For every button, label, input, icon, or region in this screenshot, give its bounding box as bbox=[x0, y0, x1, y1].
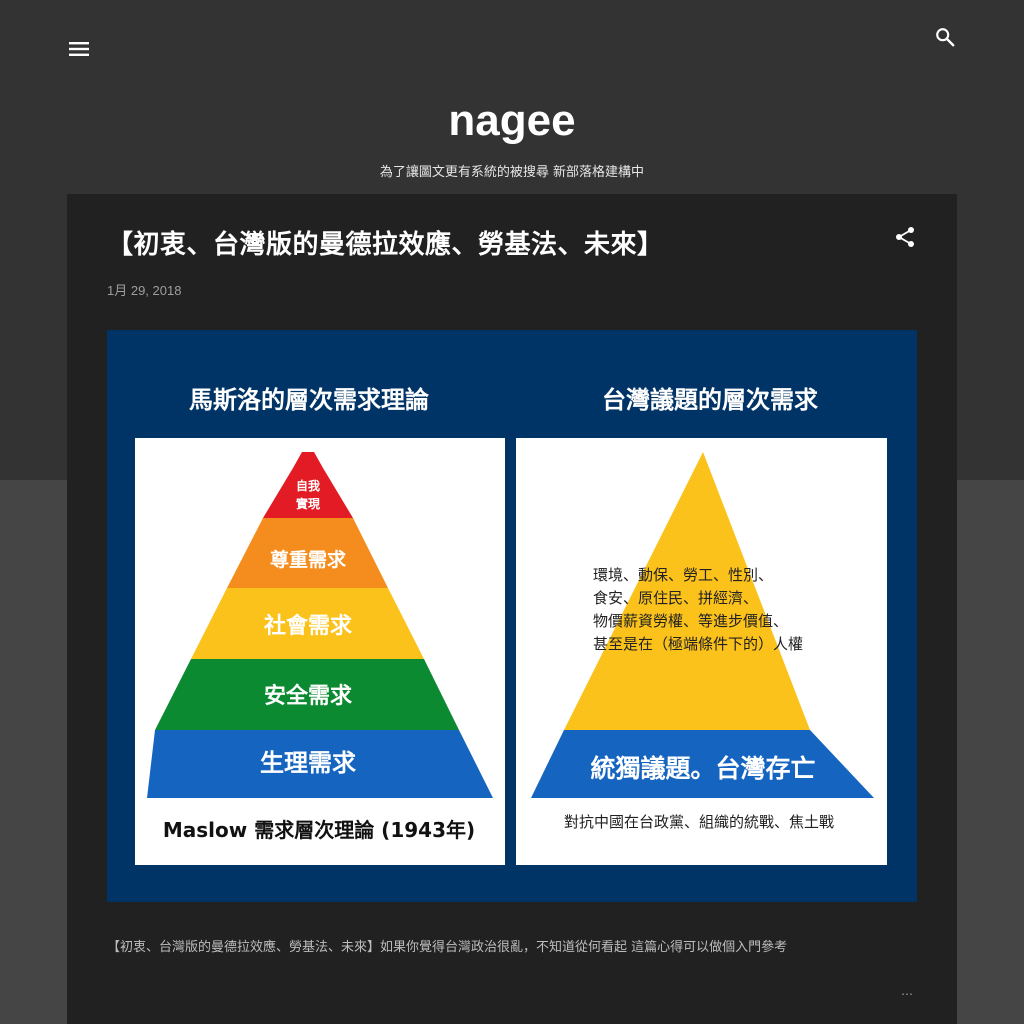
post-snippet: 【初衷、台灣版的曼德拉效應、勞基法、未來】如果你覺得台灣政治很亂，不知道從何看起… bbox=[107, 940, 788, 955]
social-label: 社會需求 bbox=[264, 613, 352, 639]
blog-description: 為了讓圖文更有系統的被搜尋 新部落格建構中 bbox=[379, 165, 645, 180]
share-icon[interactable] bbox=[895, 226, 915, 248]
left-heading: 馬斯洛的層次需求理論 bbox=[189, 386, 430, 414]
issues-line-1: 環境、動保、勞工、性別、 bbox=[593, 566, 773, 584]
esteem-label: 尊重需求 bbox=[270, 548, 347, 571]
post-card: 【初衷、台灣版的曼德拉效應、勞基法、未來】 1月 29, 2018 馬斯洛的層次… bbox=[67, 194, 957, 1024]
safety-label: 安全需求 bbox=[264, 683, 352, 709]
issues-line-3: 物價薪資勞權、等進步價值、 bbox=[593, 612, 788, 630]
blog-title[interactable]: nagee bbox=[0, 96, 1024, 146]
right-base-label: 統獨議題。台灣存亡 bbox=[590, 754, 815, 783]
self-actualization-label-2: 實現 bbox=[296, 496, 320, 511]
issues-line-2: 食安、原住民、拼經濟、 bbox=[593, 589, 758, 607]
right-caption: 對抗中國在台政黨、組織的統戰、焦土戰 bbox=[564, 813, 834, 831]
post-image[interactable]: 馬斯洛的層次需求理論 台灣議題的層次需求 自我 實現 尊重需求 社會需求 安全需… bbox=[107, 330, 917, 902]
right-heading: 台灣議題的層次需求 bbox=[602, 386, 818, 414]
post-title[interactable]: 【初衷、台灣版的曼德拉效應、勞基法、未來】 bbox=[107, 224, 664, 261]
post-date[interactable]: 1月 29, 2018 bbox=[107, 280, 181, 299]
search-icon[interactable] bbox=[934, 26, 956, 48]
issues-line-4: 甚至是在（極端條件下的）人權 bbox=[593, 635, 803, 653]
physiological-label: 生理需求 bbox=[260, 749, 356, 777]
more-options-button[interactable]: … bbox=[901, 984, 913, 998]
hamburger-menu-icon[interactable] bbox=[69, 41, 89, 57]
left-caption: Maslow 需求層次理論 (1943年) bbox=[163, 818, 475, 842]
self-actualization-label-1: 自我 bbox=[296, 478, 320, 493]
